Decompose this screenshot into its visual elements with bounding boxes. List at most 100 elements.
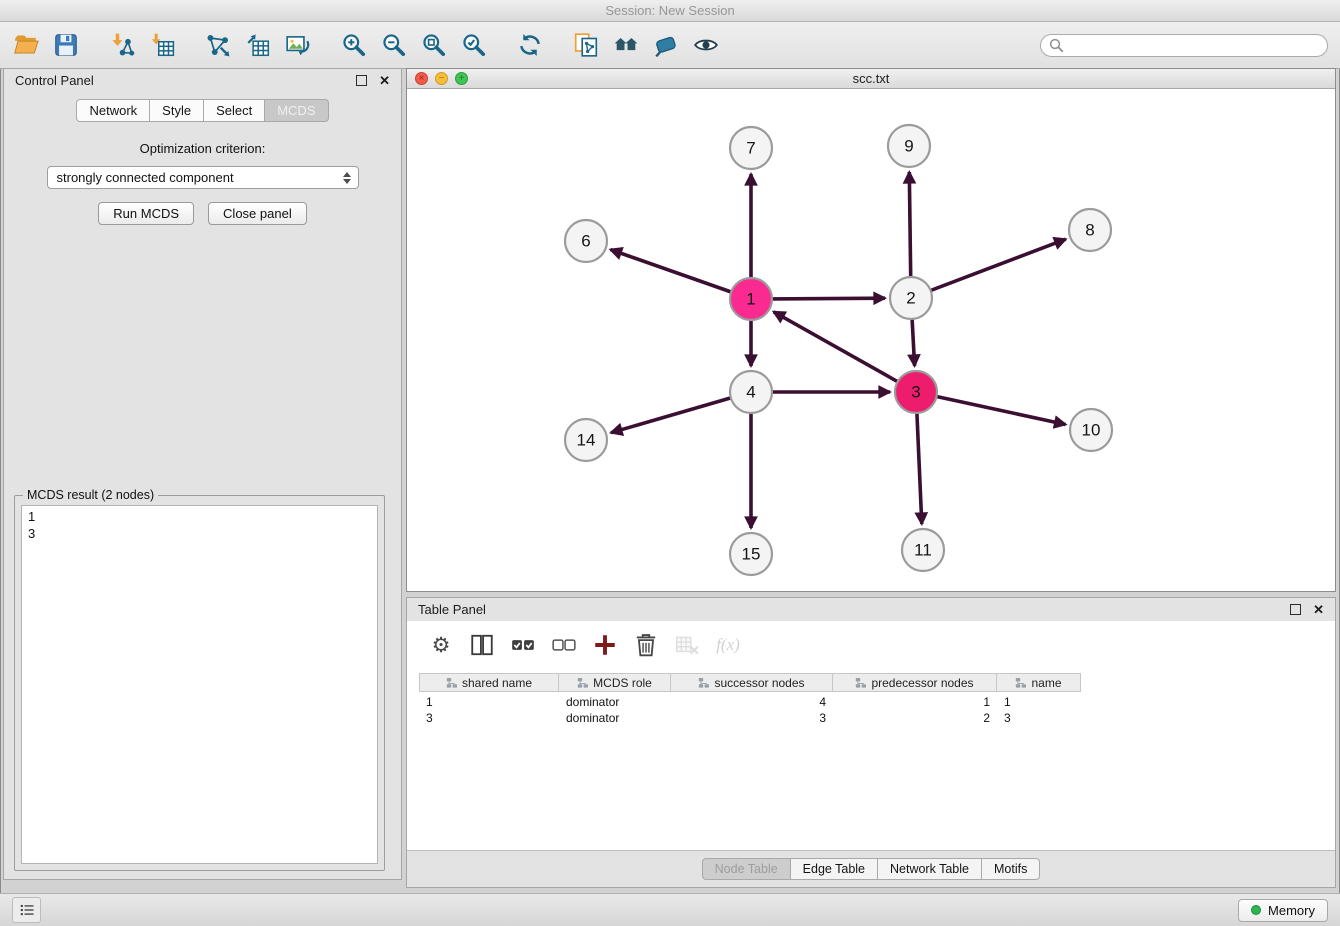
result-line: 3 (28, 525, 371, 542)
zoom-selected-icon[interactable] (460, 31, 488, 59)
svg-text:14: 14 (577, 431, 596, 450)
tab-select[interactable]: Select (204, 99, 265, 122)
svg-text:7: 7 (746, 139, 755, 158)
criterion-dropdown[interactable]: strongly connected component (47, 166, 359, 189)
tab-motifs[interactable]: Motifs (982, 858, 1040, 880)
tab-style[interactable]: Style (150, 99, 204, 122)
table-cell: 4 (671, 692, 833, 708)
zoom-fit-icon[interactable] (420, 31, 448, 59)
node-table-empty-area (407, 724, 1335, 850)
edge-2-9[interactable] (909, 172, 910, 277)
edge-1-2[interactable] (772, 298, 885, 299)
column-header-label: predecessor nodes (871, 676, 973, 690)
tab-network-table[interactable]: Network Table (878, 858, 982, 880)
edge-3-10[interactable] (937, 397, 1066, 425)
zoom-out-icon[interactable] (380, 31, 408, 59)
close-panel-icon[interactable] (379, 74, 390, 87)
column-header-shared-name[interactable]: shared name (419, 673, 559, 692)
node-2[interactable]: 2 (890, 277, 932, 319)
float-panel-icon[interactable] (356, 75, 367, 86)
sort-icon (577, 677, 589, 689)
criterion-dropdown-value: strongly connected component (57, 170, 343, 185)
close-panel-button[interactable]: Close panel (208, 202, 307, 225)
svg-text:1: 1 (746, 290, 755, 309)
column-header-mcds-role[interactable]: MCDS role (559, 673, 671, 692)
column-header-successor-nodes[interactable]: successor nodes (671, 673, 833, 692)
edge-3-11[interactable] (917, 413, 922, 524)
node-14[interactable]: 14 (565, 419, 607, 461)
tab-node-table[interactable]: Node Table (702, 858, 791, 880)
select-all-icon[interactable] (509, 631, 537, 659)
node-table-rows: 1dominator4113dominator323 (419, 692, 1335, 724)
window-minimize-icon[interactable] (435, 72, 448, 85)
svg-text:4: 4 (746, 383, 755, 402)
column-header-predecessor-nodes[interactable]: predecessor nodes (833, 673, 997, 692)
node-3[interactable]: 3 (895, 371, 937, 413)
import-network-icon[interactable] (108, 31, 136, 59)
network-canvas-svg[interactable]: 7 9 6 8 1 2 4 3 14 10 15 11 (407, 89, 1335, 591)
network-overview-icon[interactable] (612, 31, 640, 59)
table-cell: 1 (419, 692, 559, 708)
export-image-icon[interactable] (284, 31, 312, 59)
mcds-buttons-row: Run MCDS Close panel (4, 202, 401, 225)
export-table-icon[interactable] (244, 31, 272, 59)
memory-button[interactable]: Memory (1238, 899, 1328, 922)
show-hide-icon[interactable] (692, 31, 720, 59)
window-controls (415, 72, 468, 85)
tab-edge-table[interactable]: Edge Table (791, 858, 878, 880)
window-close-icon[interactable] (415, 72, 428, 85)
gear-icon[interactable]: ⚙ (427, 631, 455, 659)
dropdown-stepper-icon (343, 172, 351, 184)
table-cell: 3 (997, 708, 1081, 724)
edge-3-1[interactable] (774, 312, 898, 382)
node-10[interactable]: 10 (1070, 409, 1112, 451)
tab-network[interactable]: Network (76, 99, 150, 122)
table-panel-header: Table Panel (407, 598, 1335, 621)
edge-2-3[interactable] (912, 319, 915, 366)
node-11[interactable]: 11 (902, 529, 944, 571)
network-window-title: scc.txt (853, 71, 890, 86)
import-table-icon[interactable] (148, 31, 176, 59)
node-1[interactable]: 1 (730, 278, 772, 320)
network-canvas[interactable]: 7 9 6 8 1 2 4 3 14 10 15 11 (407, 89, 1335, 591)
control-panel-body: Optimization criterion: strongly connect… (4, 122, 401, 225)
deselect-all-icon[interactable] (550, 631, 578, 659)
node-6[interactable]: 6 (565, 220, 607, 262)
run-mcds-button[interactable]: Run MCDS (98, 202, 194, 225)
column-header-name[interactable]: name (997, 673, 1081, 692)
mcds-result-area[interactable]: 13 (21, 505, 378, 864)
zoom-in-icon[interactable] (340, 31, 368, 59)
svg-text:3: 3 (911, 383, 920, 402)
copy-network-icon[interactable] (572, 31, 600, 59)
float-table-panel-icon[interactable] (1290, 604, 1301, 615)
table-cell: 3 (419, 708, 559, 724)
memory-label: Memory (1268, 903, 1315, 918)
svg-text:11: 11 (914, 541, 932, 560)
new-network-icon[interactable] (204, 31, 232, 59)
node-8[interactable]: 8 (1069, 209, 1111, 251)
split-columns-icon[interactable] (468, 631, 496, 659)
window-zoom-icon[interactable] (455, 72, 468, 85)
open-session-icon[interactable] (12, 31, 40, 59)
edge-2-8[interactable] (931, 239, 1066, 290)
status-bar: Memory (0, 893, 1340, 926)
delete-row-icon[interactable] (632, 631, 660, 659)
search-input[interactable] (1040, 34, 1328, 57)
table-row[interactable]: 1dominator411 (419, 692, 1335, 708)
edge-4-14[interactable] (611, 398, 731, 433)
refresh-layout-icon[interactable] (516, 31, 544, 59)
style-brush-icon[interactable] (652, 31, 680, 59)
close-table-panel-icon[interactable] (1313, 603, 1324, 616)
add-column-icon[interactable] (591, 631, 619, 659)
table-row[interactable]: 3dominator323 (419, 708, 1335, 724)
tab-mcds[interactable]: MCDS (265, 99, 328, 122)
save-session-icon[interactable] (52, 31, 80, 59)
node-4[interactable]: 4 (730, 371, 772, 413)
node-15[interactable]: 15 (730, 533, 772, 575)
task-list-icon[interactable] (12, 897, 41, 923)
table-cell: 1 (997, 692, 1081, 708)
window-title: Session: New Session (605, 3, 734, 18)
node-9[interactable]: 9 (888, 125, 930, 167)
edge-1-6[interactable] (611, 250, 732, 292)
node-7[interactable]: 7 (730, 127, 772, 169)
